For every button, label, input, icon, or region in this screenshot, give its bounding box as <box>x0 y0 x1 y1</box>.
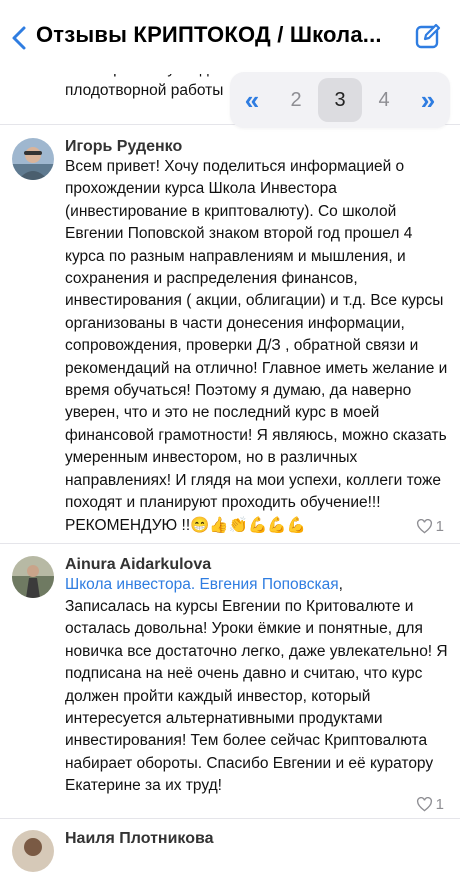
page-2-button[interactable]: 2 <box>274 78 318 122</box>
comment-item: Наиля Плотникова <box>0 830 460 872</box>
comment-author[interactable]: Игорь Руденко <box>65 138 182 156</box>
heart-icon <box>416 797 432 812</box>
heart-icon <box>416 519 432 534</box>
like-button[interactable]: 1 <box>416 796 444 813</box>
avatar[interactable] <box>12 556 54 598</box>
mention-suffix: , <box>338 576 343 593</box>
comment-author[interactable]: Наиля Плотникова <box>65 830 214 848</box>
first-page-button[interactable]: « <box>230 78 274 122</box>
comment-text: Всем привет! Хочу поделиться информацией… <box>65 158 448 534</box>
divider <box>0 543 460 544</box>
like-count: 1 <box>435 796 444 813</box>
compose-icon[interactable] <box>414 22 442 50</box>
avatar[interactable] <box>12 138 54 180</box>
like-button[interactable]: 1 <box>416 518 444 535</box>
page-title: Отзывы КРИПТОКОД / Школа... <box>36 22 382 47</box>
comment-item: Ainura Aidarkulova Школа инвестора. Евге… <box>0 556 460 818</box>
comment-item: Игорь Руденко Всем привет! Хочу поделить… <box>0 138 460 548</box>
mention-link[interactable]: Школа инвестора. Евгения Поповская <box>65 576 339 593</box>
top-bar: Отзывы КРИПТОКОД / Школа... <box>0 0 460 74</box>
comment-author[interactable]: Ainura Aidarkulova <box>65 556 211 574</box>
pagination: « 2 3 4 » <box>230 72 450 128</box>
comment-text: Записалась на курсы Евгении по Критовалю… <box>65 598 448 795</box>
last-page-button[interactable]: » <box>406 78 450 122</box>
comment-reply-line: Школа инвестора. Евгения Поповская, <box>65 574 448 596</box>
divider <box>0 818 460 819</box>
page-3-button[interactable]: 3 <box>318 78 362 122</box>
avatar[interactable] <box>12 830 54 872</box>
page-4-button[interactable]: 4 <box>362 78 406 122</box>
like-count: 1 <box>435 518 444 535</box>
chevron-left-icon[interactable] <box>8 24 32 52</box>
